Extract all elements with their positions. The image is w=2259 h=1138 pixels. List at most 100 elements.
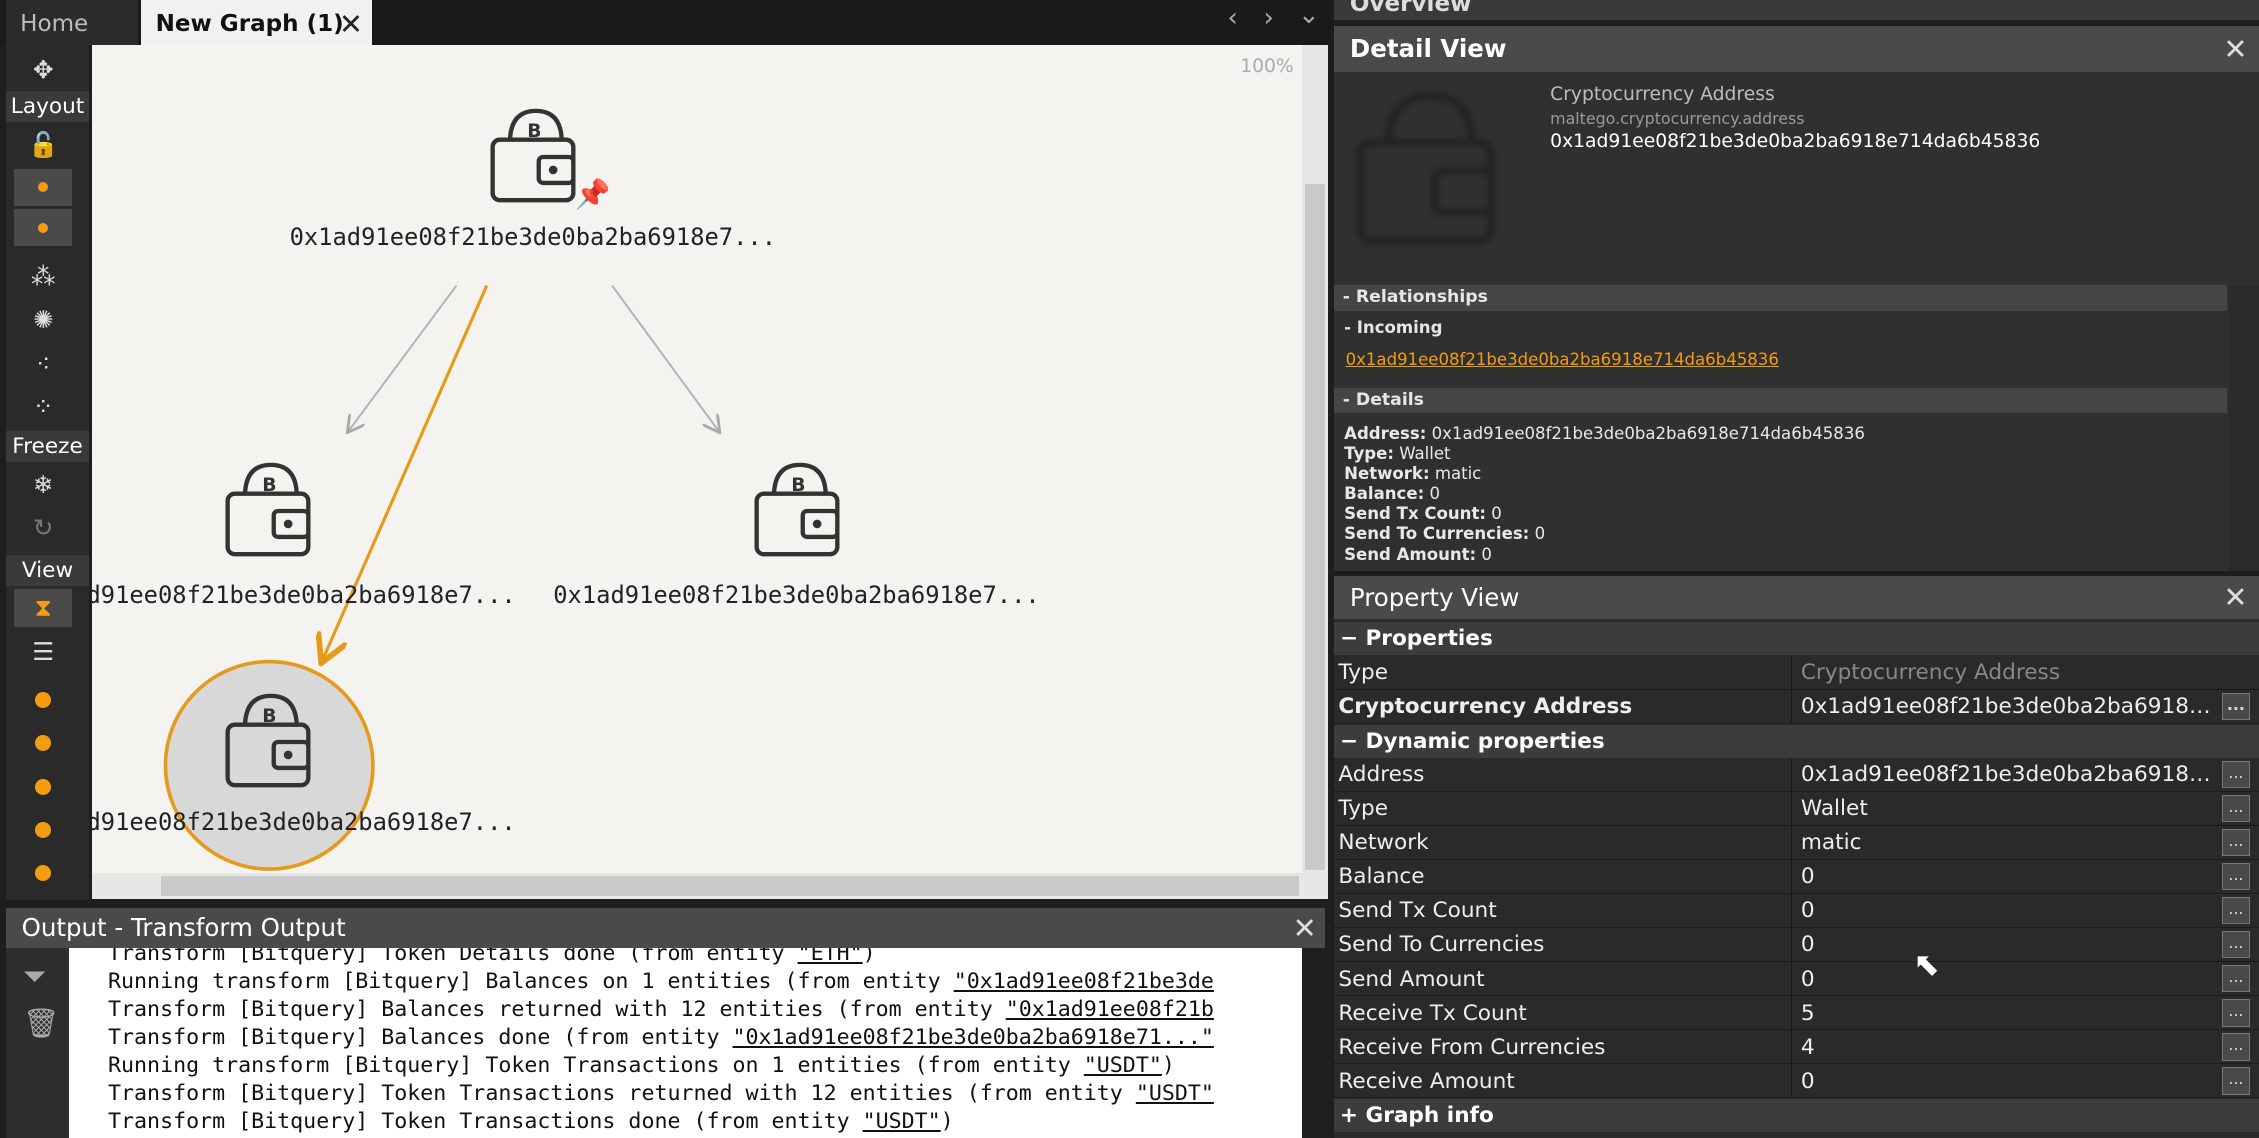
properties-group[interactable]: − Properties (1334, 622, 2259, 656)
property-row[interactable]: Address 0x1ad91ee08f21be3de0ba2ba6918e...… (1334, 757, 2259, 792)
graph-toolbar: ✥ Layout 🔓 ⁂ ✺ ⁖ ⁘ Freeze ❄ ↻ View ⧗ ☰ (5, 44, 90, 901)
wallet-icon[interactable]: B (748, 462, 863, 569)
property-grid: − Properties Type Cryptocurrency Address… (1334, 619, 2259, 1138)
close-icon[interactable]: ✕ (2223, 576, 2247, 619)
node-label-left[interactable]: d91ee08f21be3de0ba2ba6918e7... (92, 581, 516, 609)
select-children-icon[interactable] (14, 854, 72, 891)
log-line: Transform [Bitquery] Token Details done … (108, 948, 876, 966)
filter-icon[interactable]: ⏷ (23, 959, 46, 994)
edit-button[interactable]: ... (2221, 896, 2251, 925)
output-sidebar: ⏷ 🗑 (5, 947, 70, 1138)
output-log: Transform [Bitquery] Token Details done … (69, 947, 1303, 1138)
relationships-section[interactable]: - Relationships (1334, 285, 2228, 312)
interactive-layout-icon[interactable]: ⁘ (14, 388, 72, 425)
edit-button[interactable]: ... (2221, 862, 2251, 891)
block-layout-icon[interactable] (14, 168, 73, 206)
close-icon[interactable]: ✕ (339, 0, 363, 49)
property-row[interactable]: Receive Amount 0... (1334, 1064, 2259, 1099)
log-line: Transform [Bitquery] Token Transactions … (108, 1081, 1214, 1107)
entity-type-id: maltego.cryptocurrency.address (1550, 109, 1805, 129)
detail-field: Balance: 0 (1344, 484, 1440, 504)
overview-title: Overview (1349, 0, 1472, 18)
highlight-icon[interactable] (14, 681, 72, 718)
dynamic-properties-group[interactable]: − Dynamic properties (1334, 724, 2259, 758)
tab-label: New Graph (1) (155, 11, 344, 37)
log-entity-link[interactable]: "0x1ad91ee08f21be3de (954, 969, 1214, 994)
tab-new-graph[interactable]: New Graph (1) ✕ (141, 0, 372, 45)
edit-button[interactable]: ... (2221, 1067, 2251, 1095)
edit-button[interactable]: ... (2221, 965, 2251, 993)
log-line: Running transform [Bitquery] Balances on… (108, 968, 1214, 994)
edit-button[interactable]: ... (2221, 794, 2251, 823)
overview-panel-header[interactable]: Overview (1334, 0, 2259, 21)
graph-info-group[interactable]: + Graph info (1334, 1099, 2259, 1133)
property-row[interactable]: Network matic... (1334, 825, 2259, 860)
organic-layout-icon[interactable]: ⁖ (14, 344, 72, 381)
wallet-icon[interactable]: B (219, 462, 334, 569)
log-entity-link[interactable]: "0x1ad91ee08f21be3de0ba2ba6918e71..." (733, 1025, 1214, 1050)
entity-view-icon[interactable]: ⧗ (14, 589, 73, 627)
toolbar-label-view: View (5, 554, 90, 587)
detail-field: Address: 0x1ad91ee08f21be3de0ba2ba6918e7… (1344, 423, 1865, 443)
detail-field: Send To Currencies: 0 (1344, 524, 1546, 544)
property-row-crypto-address[interactable]: Cryptocurrency Address 0x1ad91ee08f21be3… (1334, 690, 2259, 725)
property-row[interactable]: Balance 0... (1334, 860, 2259, 894)
snowflake-icon[interactable]: ❄ (14, 465, 72, 502)
incoming-section[interactable]: - Incoming (1344, 318, 1442, 337)
toolbar-label-layout: Layout (5, 90, 90, 123)
property-row[interactable]: Receive Tx Count 5... (1334, 996, 2259, 1031)
property-row[interactable]: Send Amount 0... (1334, 962, 2259, 997)
log-entity-link[interactable]: "ETH" (798, 948, 863, 966)
close-icon[interactable]: ✕ (2223, 26, 2247, 72)
select-outgoing-icon[interactable] (14, 768, 72, 805)
hierarchical-layout-icon[interactable]: ⁂ (14, 258, 72, 295)
wallet-icon (1356, 91, 1495, 244)
edit-button[interactable]: ... (2221, 760, 2251, 789)
chevron-left-icon[interactable]: ‹ (1227, 3, 1237, 33)
edit-button[interactable]: ... (2221, 1033, 2251, 1061)
log-entity-link[interactable]: "USDT" (863, 1109, 941, 1134)
refresh-icon[interactable]: ↻ (14, 509, 72, 546)
node-label-right[interactable]: 0x1ad91ee08f21be3de0ba2ba6918e7... (553, 581, 1039, 609)
close-icon[interactable]: ✕ (1293, 908, 1317, 948)
edit-button[interactable]: ... (2221, 999, 2251, 1027)
mouse-cursor-icon: ⬉ (1913, 946, 1940, 983)
details-section[interactable]: - Details (1334, 387, 2228, 414)
grid-layout-icon[interactable] (14, 208, 73, 247)
circular-layout-icon[interactable]: ✺ (14, 301, 72, 338)
property-row[interactable]: Send Tx Count 0... (1334, 894, 2259, 929)
log-line: Running transform [Bitquery] Token Trans… (108, 1053, 1175, 1079)
move-icon[interactable]: ✥ (14, 50, 72, 87)
property-row[interactable]: Send To Currencies 0... (1334, 928, 2259, 963)
edit-button[interactable]: ... (2221, 828, 2251, 857)
list-view-icon[interactable]: ☰ (14, 632, 72, 669)
log-entity-link[interactable]: "0x1ad91ee08f21b (1006, 997, 1214, 1022)
unlock-icon[interactable]: 🔓 (14, 125, 72, 162)
graph-canvas[interactable]: 100% B 📌 0x1ad91ee08f21be3de0ba2ba6918e7… (92, 44, 1303, 874)
trash-icon[interactable]: 🗑 (23, 1006, 60, 1041)
detail-field: Send Tx Count: 0 (1344, 504, 1502, 524)
property-row[interactable]: Type Wallet... (1334, 791, 2259, 826)
vertical-scrollbar-thumb[interactable] (1305, 184, 1326, 871)
detail-field: Network: matic (1344, 463, 1482, 483)
tab-home[interactable]: Home (5, 0, 139, 45)
property-row-type[interactable]: Type Cryptocurrency Address (1334, 655, 2259, 690)
log-entity-link[interactable]: "USDT" (1136, 1081, 1214, 1106)
edit-button[interactable]: ... (2221, 692, 2251, 721)
property-row[interactable]: Receive From Currencies 4... (1334, 1030, 2259, 1065)
log-line: Transform [Bitquery] Balances done (from… (108, 1025, 1214, 1051)
node-label-top[interactable]: 0x1ad91ee08f21be3de0ba2ba6918e7... (290, 223, 776, 251)
select-parents-icon[interactable] (14, 811, 72, 848)
detail-scrollbar[interactable] (2228, 285, 2259, 571)
select-incoming-icon[interactable] (14, 725, 72, 762)
horizontal-scrollbar-thumb[interactable] (161, 875, 1300, 897)
node-label-bottom[interactable]: d91ee08f21be3de0ba2ba6918e7... (92, 808, 516, 836)
detail-field: Send Amount: 0 (1344, 544, 1492, 564)
pin-icon[interactable]: 📌 (575, 177, 611, 212)
log-entity-link[interactable]: "USDT" (1084, 1053, 1162, 1078)
chevron-down-icon[interactable]: ⌄ (1298, 0, 1320, 30)
edit-button[interactable]: ... (2221, 931, 2251, 959)
wallet-icon[interactable]: B (219, 693, 334, 800)
incoming-link[interactable]: 0x1ad91ee08f21be3de0ba2ba6918e714da6b458… (1346, 350, 1779, 369)
chevron-right-icon[interactable]: › (1263, 3, 1273, 33)
